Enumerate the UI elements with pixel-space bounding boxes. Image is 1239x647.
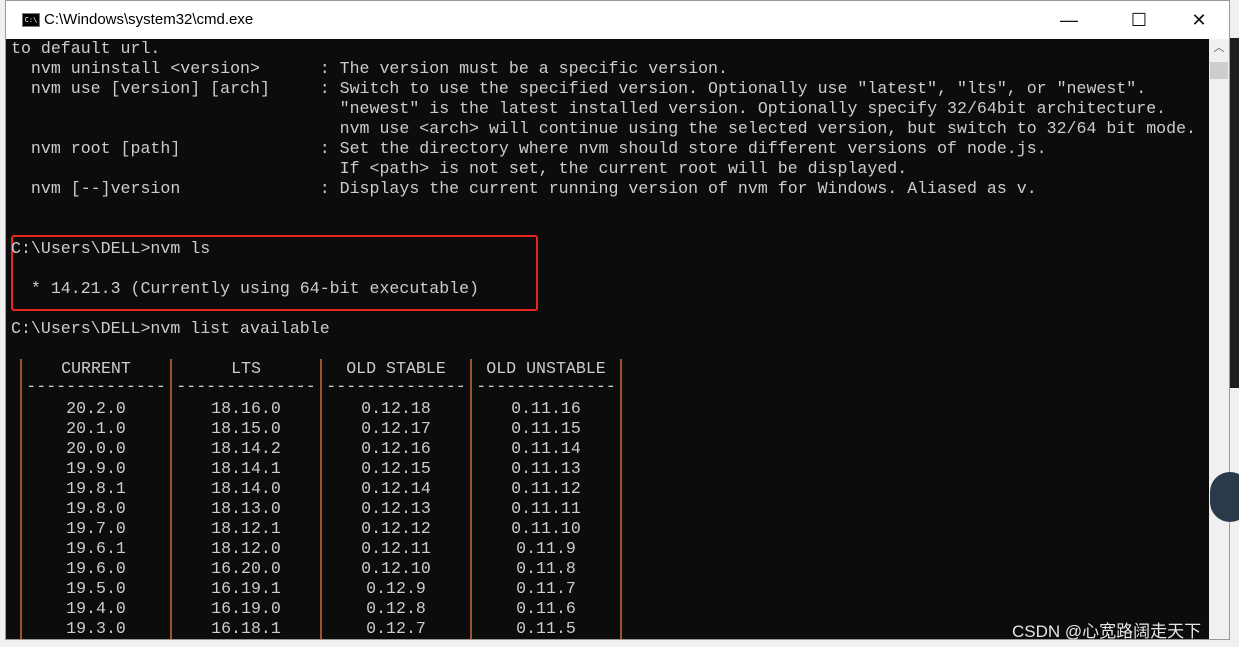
terminal-output[interactable]: to default url. nvm uninstall <version> … (11, 39, 1211, 639)
table-cell: 19.6.0 (66, 559, 126, 578)
table-separator: -------------- (176, 377, 316, 396)
table-header: CURRENT (61, 359, 131, 378)
table-cell: 0.11.12 (511, 479, 581, 498)
table-cell: 0.12.14 (361, 479, 431, 498)
cmd-window: C:\ C:\Windows\system32\cmd.exe — ☐ ✕ to… (5, 0, 1230, 640)
scroll-up-icon[interactable]: ︿ (1209, 39, 1229, 55)
table-cell: 0.11.9 (516, 539, 576, 558)
terminal-line: nvm use <arch> will continue using the s… (11, 119, 1196, 138)
terminal-line: nvm [--]version : Displays the current r… (11, 179, 1037, 198)
terminal-line: to default url. (11, 39, 161, 58)
table-cell: 0.11.14 (511, 439, 581, 458)
maximize-icon: ☐ (1130, 9, 1148, 30)
terminal-line: nvm use [version] [arch] : Switch to use… (11, 79, 1147, 98)
table-cell: 18.15.0 (211, 419, 281, 438)
table-cell: 18.12.0 (211, 539, 281, 558)
table-cell: 0.12.8 (366, 599, 426, 618)
table-header: LTS (231, 359, 261, 378)
table-cell: 0.12.12 (361, 519, 431, 538)
watermark: CSDN @心宽路阔走天下 (1012, 622, 1202, 641)
table-cell: 19.3.0 (66, 619, 126, 638)
table-cell: 0.12.7 (366, 619, 426, 638)
table-cell: 19.5.0 (66, 579, 126, 598)
table-cell: 20.0.0 (66, 439, 126, 458)
table-header: OLD UNSTABLE (486, 359, 606, 378)
table-cell: 19.7.0 (66, 519, 126, 538)
minimize-icon: — (1060, 9, 1078, 30)
table-cell: 0.12.10 (361, 559, 431, 578)
minimize-button[interactable]: — (1046, 1, 1092, 39)
table-cell: 20.1.0 (66, 419, 126, 438)
table-cell: 0.11.10 (511, 519, 581, 538)
scrollbar-thumb[interactable] (1210, 62, 1228, 79)
table-cell: 0.12.15 (361, 459, 431, 478)
table-cell: 18.14.2 (211, 439, 281, 458)
maximize-button[interactable]: ☐ (1116, 1, 1162, 39)
table-cell: 0.12.16 (361, 439, 431, 458)
table-header: OLD STABLE (346, 359, 446, 378)
terminal-line: nvm uninstall <version> : The version mu… (11, 59, 728, 78)
terminal-line: * 14.21.3 (Currently using 64-bit execut… (11, 279, 480, 298)
table-cell: 18.14.0 (211, 479, 281, 498)
title-bar[interactable]: C:\ C:\Windows\system32\cmd.exe — ☐ ✕ (6, 1, 1229, 39)
terminal-line: C:\Users\DELL>nvm list available (11, 319, 330, 338)
table-cell: 19.8.0 (66, 499, 126, 518)
table-cell: 0.11.11 (511, 499, 581, 518)
table-cell: 0.11.15 (511, 419, 581, 438)
table-cell: 16.18.1 (211, 619, 281, 638)
table-cell: 0.11.8 (516, 559, 576, 578)
close-button[interactable]: ✕ (1176, 1, 1222, 39)
table-cell: 18.13.0 (211, 499, 281, 518)
table-cell: 19.8.1 (66, 479, 126, 498)
table-separator: -------------- (326, 377, 466, 396)
table-separator: -------------- (476, 377, 616, 396)
table-cell: 16.19.0 (211, 599, 281, 618)
table-cell: 0.11.13 (511, 459, 581, 478)
table-cell: 18.12.1 (211, 519, 281, 538)
table-cell: 0.11.16 (511, 399, 581, 418)
terminal-line: If <path> is not set, the current root w… (11, 159, 908, 178)
terminal-line: C:\Users\DELL>nvm ls (11, 239, 211, 258)
window-title: C:\Windows\system32\cmd.exe (44, 11, 254, 28)
table-cell: 18.16.0 (211, 399, 281, 418)
table-cell: 0.12.13 (361, 499, 431, 518)
table-cell: 0.12.11 (361, 539, 431, 558)
table-cell: 20.2.0 (66, 399, 126, 418)
table-cell: 18.14.1 (211, 459, 281, 478)
cmd-icon: C:\ (22, 13, 40, 27)
table-cell: 0.11.6 (516, 599, 576, 618)
table-cell: 0.12.17 (361, 419, 431, 438)
table-cell: 19.6.1 (66, 539, 126, 558)
close-icon: ✕ (1191, 9, 1207, 30)
table-cell: 16.19.1 (211, 579, 281, 598)
background-window (1230, 38, 1239, 388)
table-cell: 16.20.0 (211, 559, 281, 578)
terminal-line: nvm root [path] : Set the directory wher… (11, 139, 1047, 158)
table-cell: 19.4.0 (66, 599, 126, 618)
table-cell: 0.11.7 (516, 579, 576, 598)
scrollbar[interactable]: ︿ (1209, 39, 1229, 639)
terminal-line: "newest" is the latest installed version… (11, 99, 1167, 118)
table-cell: 0.11.5 (516, 619, 576, 638)
table-cell: 0.12.18 (361, 399, 431, 418)
table-separator: -------------- (26, 377, 166, 396)
scroll-nav-button[interactable] (1210, 472, 1239, 522)
table-cell: 0.12.9 (366, 579, 426, 598)
table-cell: 19.9.0 (66, 459, 126, 478)
